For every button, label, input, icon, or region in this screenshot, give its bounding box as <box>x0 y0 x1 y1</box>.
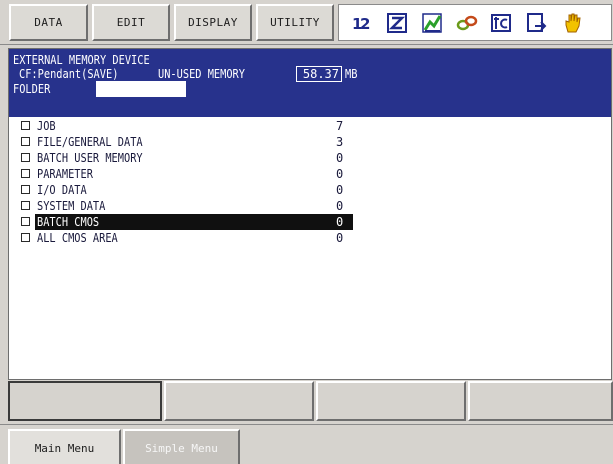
checkbox[interactable] <box>21 169 30 178</box>
item-name: SYSTEM DATA <box>37 199 106 213</box>
function-key-2[interactable] <box>164 381 314 421</box>
tab-simple-menu[interactable]: Simple Menu <box>123 429 240 464</box>
list-item[interactable]: BATCH USER MEMORY 0 <box>9 150 611 166</box>
list-item[interactable]: FILE/GENERAL DATA 3 <box>9 134 611 150</box>
checkbox[interactable] <box>21 201 30 210</box>
item-name: JOB <box>37 119 56 133</box>
data-menu-button[interactable]: DATA <box>9 4 88 41</box>
device-label: CF:Pendant(SAVE) <box>19 67 119 81</box>
menu-tabs: Main Menu Simple Menu <box>0 424 613 464</box>
graph-icon <box>421 12 443 34</box>
number-12-icon: 12 <box>351 12 373 34</box>
list-item[interactable]: PARAMETER 0 <box>9 166 611 182</box>
page-title: EXTERNAL MEMORY DEVICE <box>13 53 150 67</box>
edit-menu-button[interactable]: EDIT <box>92 4 170 41</box>
item-count: 0 <box>336 151 344 165</box>
item-name: PARAMETER <box>37 167 93 181</box>
external-memory-header: EXTERNAL MEMORY DEVICE CF:Pendant(SAVE) … <box>9 49 611 117</box>
tab-main-menu[interactable]: Main Menu <box>8 429 121 464</box>
file-type-list: JOB 7 FILE/GENERAL DATA 3 BATCH USER MEMORY 0… <box>9 118 611 246</box>
checkbox[interactable] <box>21 153 30 162</box>
svg-text:2: 2 <box>360 15 370 33</box>
item-name: I/O DATA <box>37 183 87 197</box>
function-key-1[interactable] <box>8 381 162 421</box>
folder-field[interactable] <box>96 81 186 97</box>
item-count: 0 <box>336 215 344 229</box>
z-icon <box>386 12 408 34</box>
item-count: 0 <box>336 183 344 197</box>
top-menu-bar: DATA EDIT DISPLAY UTILITY 12 <box>0 0 613 45</box>
function-key-3[interactable] <box>316 381 466 421</box>
unused-memory-value: 58.37 <box>296 66 342 82</box>
tc-icon <box>491 12 513 34</box>
function-key-bar <box>0 380 613 422</box>
unused-memory-unit: MB <box>345 67 358 81</box>
list-item[interactable]: BATCH CMOS 0 <box>21 214 353 230</box>
list-item[interactable]: ALL CMOS AREA 0 <box>9 230 611 246</box>
checkbox[interactable] <box>21 121 30 130</box>
folder-label: FOLDER <box>13 82 51 96</box>
unused-memory-label: UN-USED MEMORY <box>158 67 245 81</box>
hand-icon <box>561 12 583 34</box>
item-count: 0 <box>336 167 344 181</box>
item-name: ALL CMOS AREA <box>37 231 118 245</box>
item-name: FILE/GENERAL DATA <box>37 135 143 149</box>
checkbox[interactable] <box>21 137 30 146</box>
list-item[interactable]: JOB 7 <box>9 118 611 134</box>
save-arrow-icon <box>526 12 548 34</box>
item-count: 7 <box>336 119 344 133</box>
list-item[interactable]: I/O DATA 0 <box>9 182 611 198</box>
main-panel: EXTERNAL MEMORY DEVICE CF:Pendant(SAVE) … <box>8 48 612 380</box>
checkbox[interactable] <box>21 233 30 242</box>
item-count: 3 <box>336 135 344 149</box>
function-key-4[interactable] <box>468 381 613 421</box>
item-count: 0 <box>336 231 344 245</box>
status-icon-strip: 12 <box>338 4 612 41</box>
item-count: 0 <box>336 199 344 213</box>
item-name: BATCH USER MEMORY <box>37 151 143 165</box>
item-name: BATCH CMOS <box>37 215 100 229</box>
checkbox[interactable] <box>21 185 30 194</box>
utility-menu-button[interactable]: UTILITY <box>256 4 334 41</box>
list-item[interactable]: SYSTEM DATA 0 <box>9 198 611 214</box>
link-icon <box>456 12 478 34</box>
checkbox[interactable] <box>21 217 30 226</box>
display-menu-button[interactable]: DISPLAY <box>174 4 252 41</box>
